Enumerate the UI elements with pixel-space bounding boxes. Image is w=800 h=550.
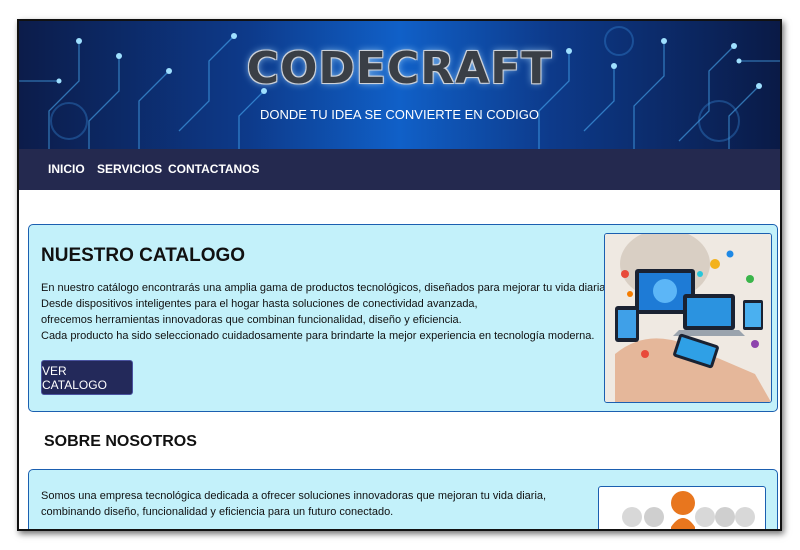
- brand-logo: CODECRAFT: [246, 43, 553, 94]
- page-frame: CODECRAFT DONDE TU IDEA SE CONVIERTE EN …: [17, 19, 782, 531]
- header-banner: CODECRAFT DONDE TU IDEA SE CONVIERTE EN …: [19, 21, 780, 149]
- catalog-line: Desde dispositivos inteligentes para el …: [41, 298, 478, 310]
- about-line: combinando diseño, funcionalidad y efici…: [41, 506, 394, 518]
- team-figures-image: [622, 491, 755, 529]
- catalog-title: NUESTRO CATALOGO: [41, 245, 246, 266]
- brand-slogan: DONDE TU IDEA SE CONVIERTE EN CODIGO: [259, 107, 540, 122]
- top-nav: INICIO SERVICIOS CONTACTANOS: [19, 149, 780, 190]
- catalog-line: ofrecemos herramientas innovadoras que c…: [41, 314, 462, 326]
- about-card: Somos una empresa tecnológica dedicada a…: [28, 469, 778, 529]
- about-title: SOBRE NOSOTROS: [44, 433, 197, 450]
- catalog-line: En nuestro catálogo encontrarás una ampl…: [41, 282, 609, 294]
- about-image: [598, 486, 766, 529]
- devices-in-hand-image: [605, 234, 771, 402]
- nav-item-servicios[interactable]: SERVICIOS: [97, 162, 162, 176]
- nav-item-inicio[interactable]: INICIO: [48, 162, 85, 176]
- catalog-line: Cada producto ha sido seleccionado cuida…: [41, 330, 595, 342]
- about-description: Somos una empresa tecnológica dedicada a…: [41, 488, 546, 520]
- catalog-card: NUESTRO CATALOGO En nuestro catálogo enc…: [28, 224, 778, 412]
- view-catalog-button[interactable]: VER CATALOGO: [41, 360, 133, 395]
- about-line: Somos una empresa tecnológica dedicada a…: [41, 490, 547, 502]
- catalog-image: [604, 233, 772, 403]
- catalog-description: En nuestro catálogo encontrarás una ampl…: [41, 280, 608, 344]
- nav-item-contactanos[interactable]: CONTACTANOS: [168, 162, 260, 176]
